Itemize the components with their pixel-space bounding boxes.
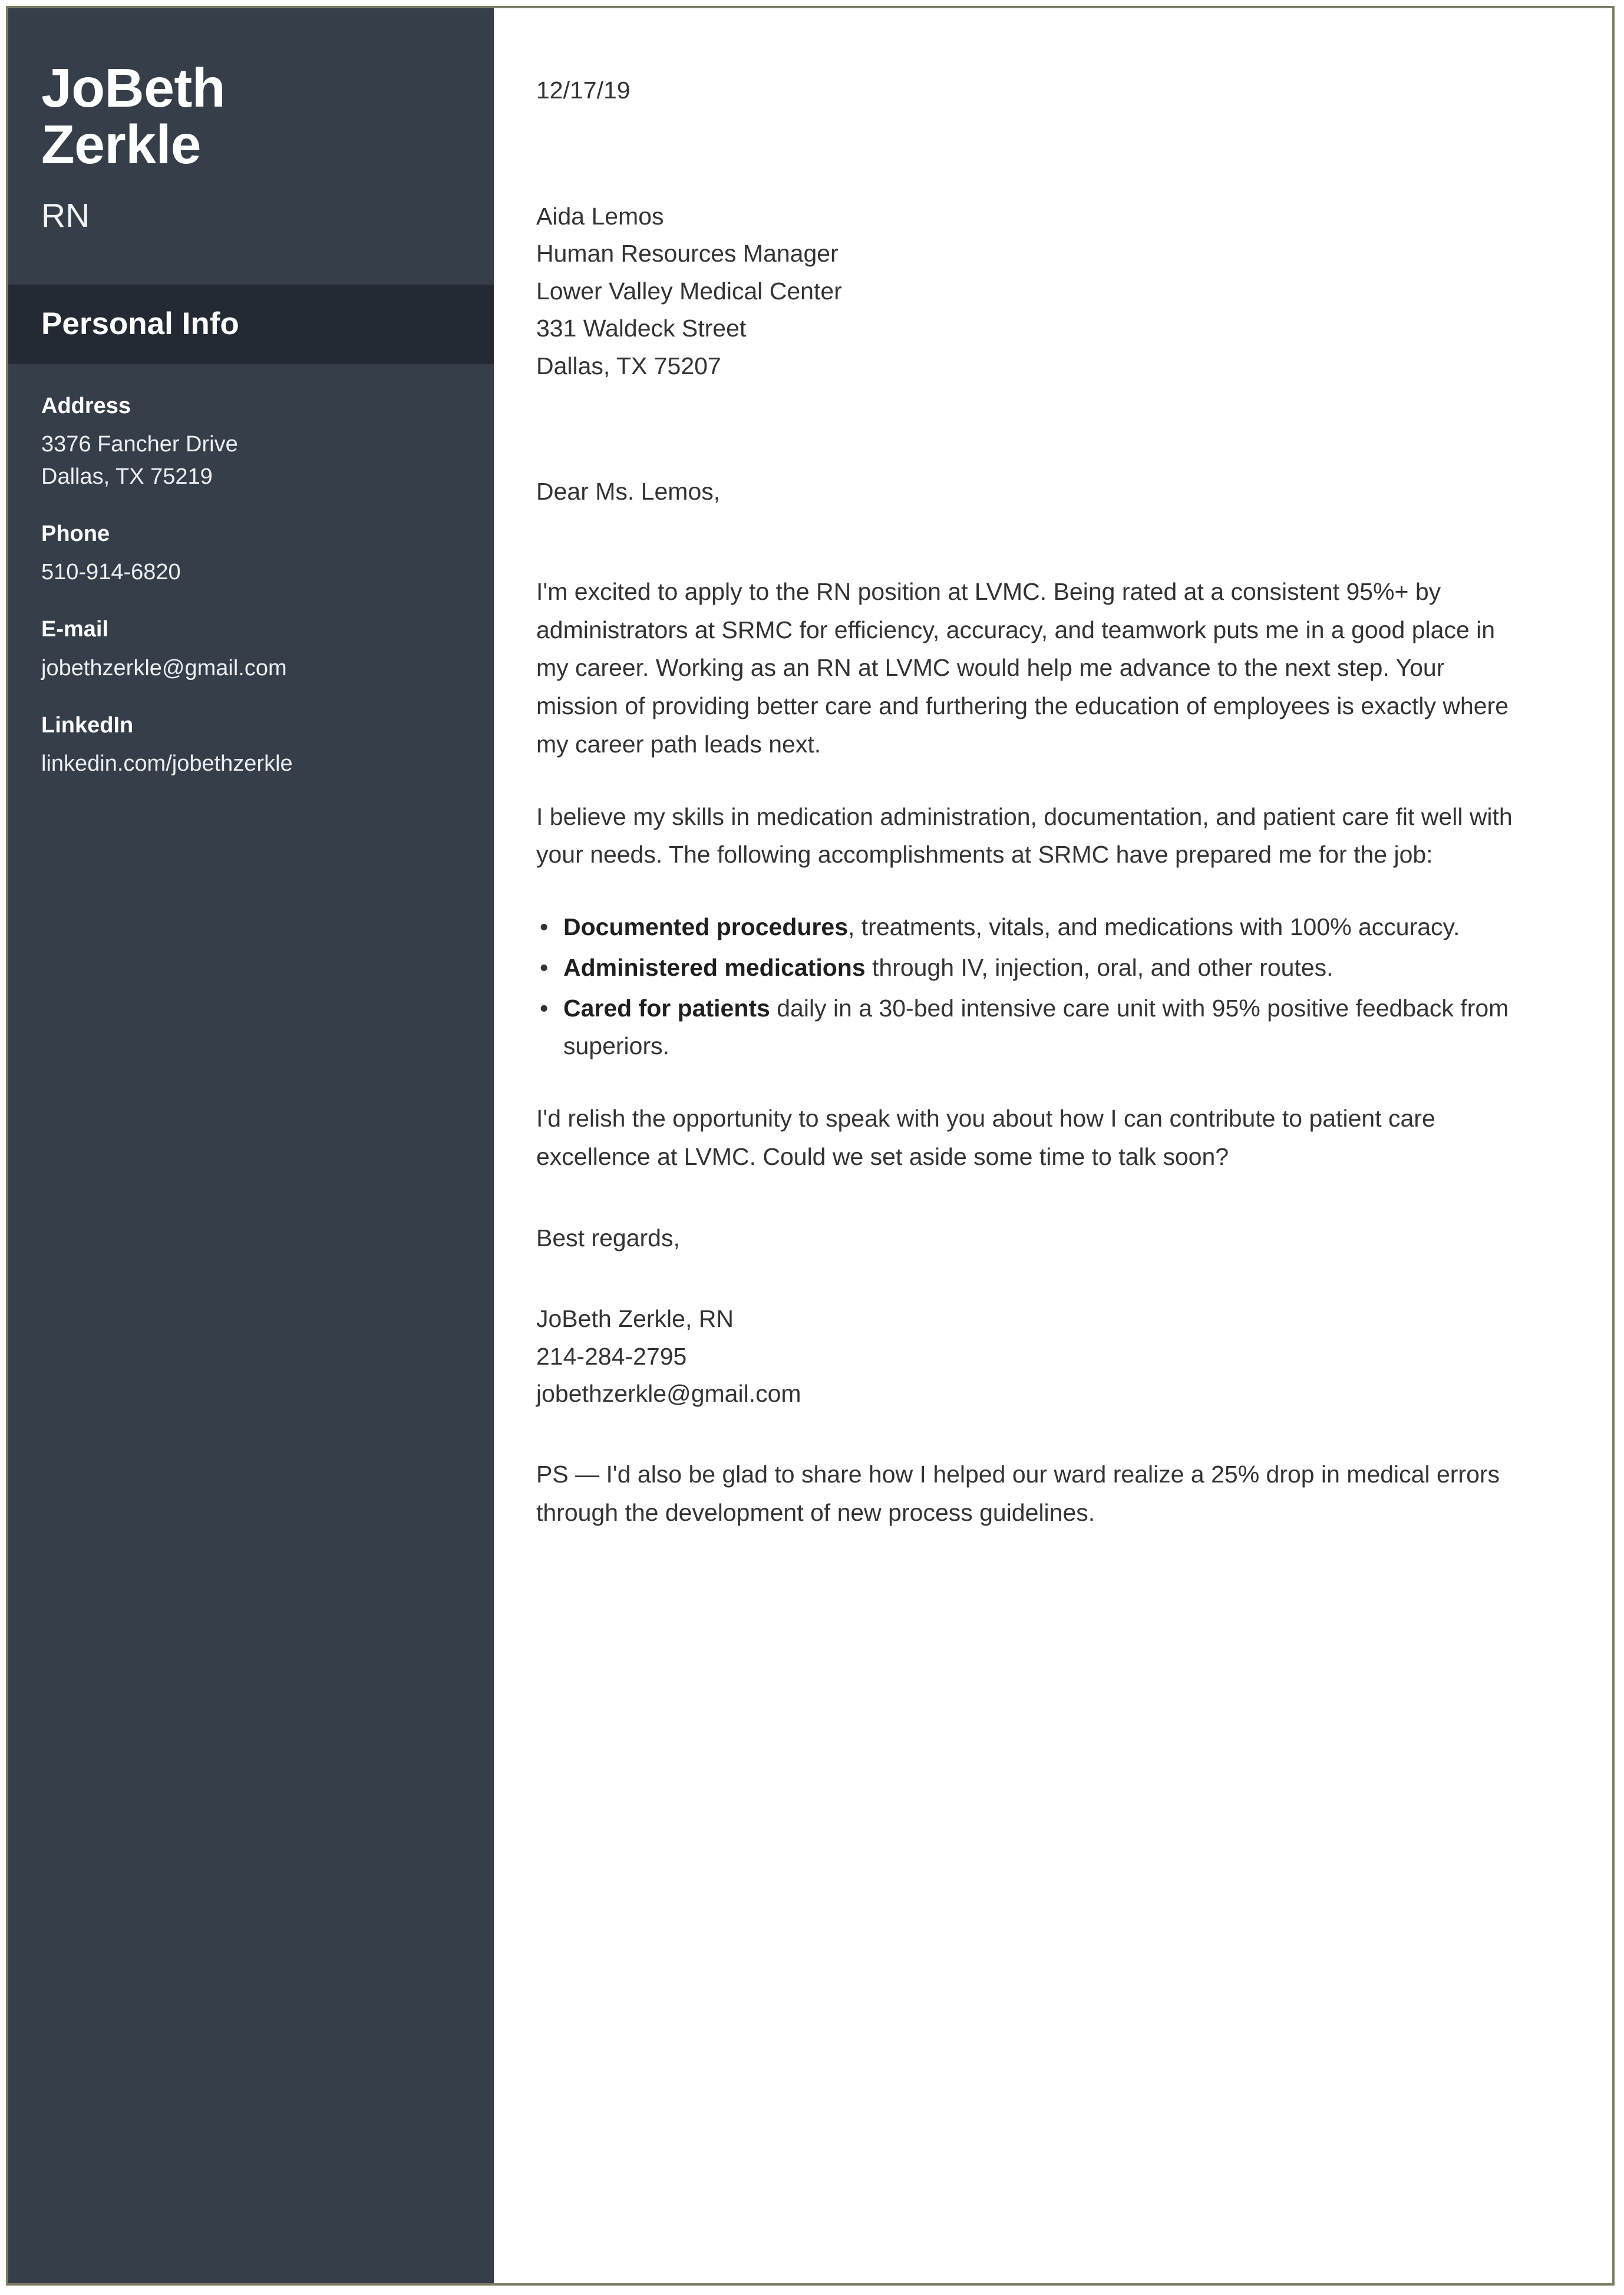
candidate-last-name: Zerkle bbox=[41, 113, 202, 175]
personal-info-list: Address 3376 Fancher Drive Dallas, TX 75… bbox=[8, 364, 494, 781]
contact-label-address: Address bbox=[41, 393, 131, 418]
letter-paragraph-1: I'm excited to apply to the RN position … bbox=[536, 577, 1509, 758]
personal-info-title: Personal Info bbox=[41, 306, 239, 342]
candidate-name: JoBeth Zerkle bbox=[41, 60, 461, 173]
signature-name: JoBeth Zerkle, RN bbox=[536, 1305, 734, 1333]
letter-date: 12/17/19 bbox=[536, 77, 631, 104]
contact-label-linkedin: LinkedIn bbox=[41, 712, 134, 738]
contact-label-phone: Phone bbox=[41, 521, 110, 547]
contact-group-linkedin: LinkedIn linkedin.com/jobethzerkle bbox=[41, 711, 461, 780]
contact-group-phone: Phone 510-914-6820 bbox=[41, 519, 461, 589]
contact-value-email[interactable]: jobethzerkle@gmail.com bbox=[41, 652, 461, 685]
recipient-position: Human Resources Manager bbox=[536, 240, 839, 268]
name-block: JoBeth Zerkle RN bbox=[8, 8, 494, 234]
letter-postscript: PS — I'd also be glad to share how I hel… bbox=[536, 1460, 1500, 1526]
contact-value-address-line1: 3376 Fancher Drive bbox=[41, 431, 238, 457]
recipient-city-state-zip: Dallas, TX 75207 bbox=[536, 352, 721, 379]
candidate-first-name: JoBeth bbox=[41, 57, 226, 118]
bullet-lead-in: Cared for patients bbox=[563, 994, 770, 1022]
contact-group-email: E-mail jobethzerkle@gmail.com bbox=[41, 615, 461, 684]
personal-info-header: Personal Info bbox=[8, 285, 494, 364]
letter-paragraph-3: I'd relish the opportunity to speak with… bbox=[536, 1105, 1435, 1171]
candidate-job-title: RN bbox=[41, 196, 90, 235]
cover-letter-page: JoBeth Zerkle RN Personal Info Address 3… bbox=[6, 6, 1615, 2286]
letter-body: 12/17/19 Aida Lemos Human Resources Mana… bbox=[494, 8, 1612, 2283]
letter-salutation: Dear Ms. Lemos, bbox=[536, 478, 721, 506]
contact-value-linkedin[interactable]: linkedin.com/jobethzerkle bbox=[41, 748, 461, 780]
recipient-address-block: Aida Lemos Human Resources Manager Lower… bbox=[536, 198, 1518, 385]
sidebar: JoBeth Zerkle RN Personal Info Address 3… bbox=[8, 8, 494, 2283]
list-item: Administered medications through IV, inj… bbox=[536, 949, 1518, 987]
recipient-company: Lower Valley Medical Center bbox=[536, 277, 842, 305]
list-item: Cared for patients daily in a 30-bed int… bbox=[536, 989, 1518, 1066]
bullet-text: , treatments, vitals, and medications wi… bbox=[848, 913, 1460, 941]
signature-phone: 214-284-2795 bbox=[536, 1342, 687, 1370]
signature-email[interactable]: jobethzerkle@gmail.com bbox=[536, 1375, 1518, 1413]
recipient-name: Aida Lemos bbox=[536, 202, 664, 230]
bullet-lead-in: Documented procedures bbox=[563, 913, 848, 941]
list-item: Documented procedures, treatments, vital… bbox=[536, 908, 1518, 946]
contact-value-phone: 510-914-6820 bbox=[41, 560, 181, 585]
contact-group-address: Address 3376 Fancher Drive Dallas, TX 75… bbox=[41, 391, 461, 493]
letter-paragraph-2: I believe my skills in medication admini… bbox=[536, 803, 1513, 869]
letter-closing: Best regards, bbox=[536, 1224, 680, 1251]
recipient-street: 331 Waldeck Street bbox=[536, 315, 747, 342]
bullet-lead-in: Administered medications bbox=[563, 953, 866, 981]
contact-label-email: E-mail bbox=[41, 617, 109, 642]
signature-block: JoBeth Zerkle, RN 214-284-2795 jobethzer… bbox=[536, 1300, 1518, 1413]
contact-value-address-line2: Dallas, TX 75219 bbox=[41, 464, 213, 489]
accomplishments-list: Documented procedures, treatments, vital… bbox=[536, 908, 1518, 1065]
bullet-text: through IV, injection, oral, and other r… bbox=[865, 953, 1333, 981]
